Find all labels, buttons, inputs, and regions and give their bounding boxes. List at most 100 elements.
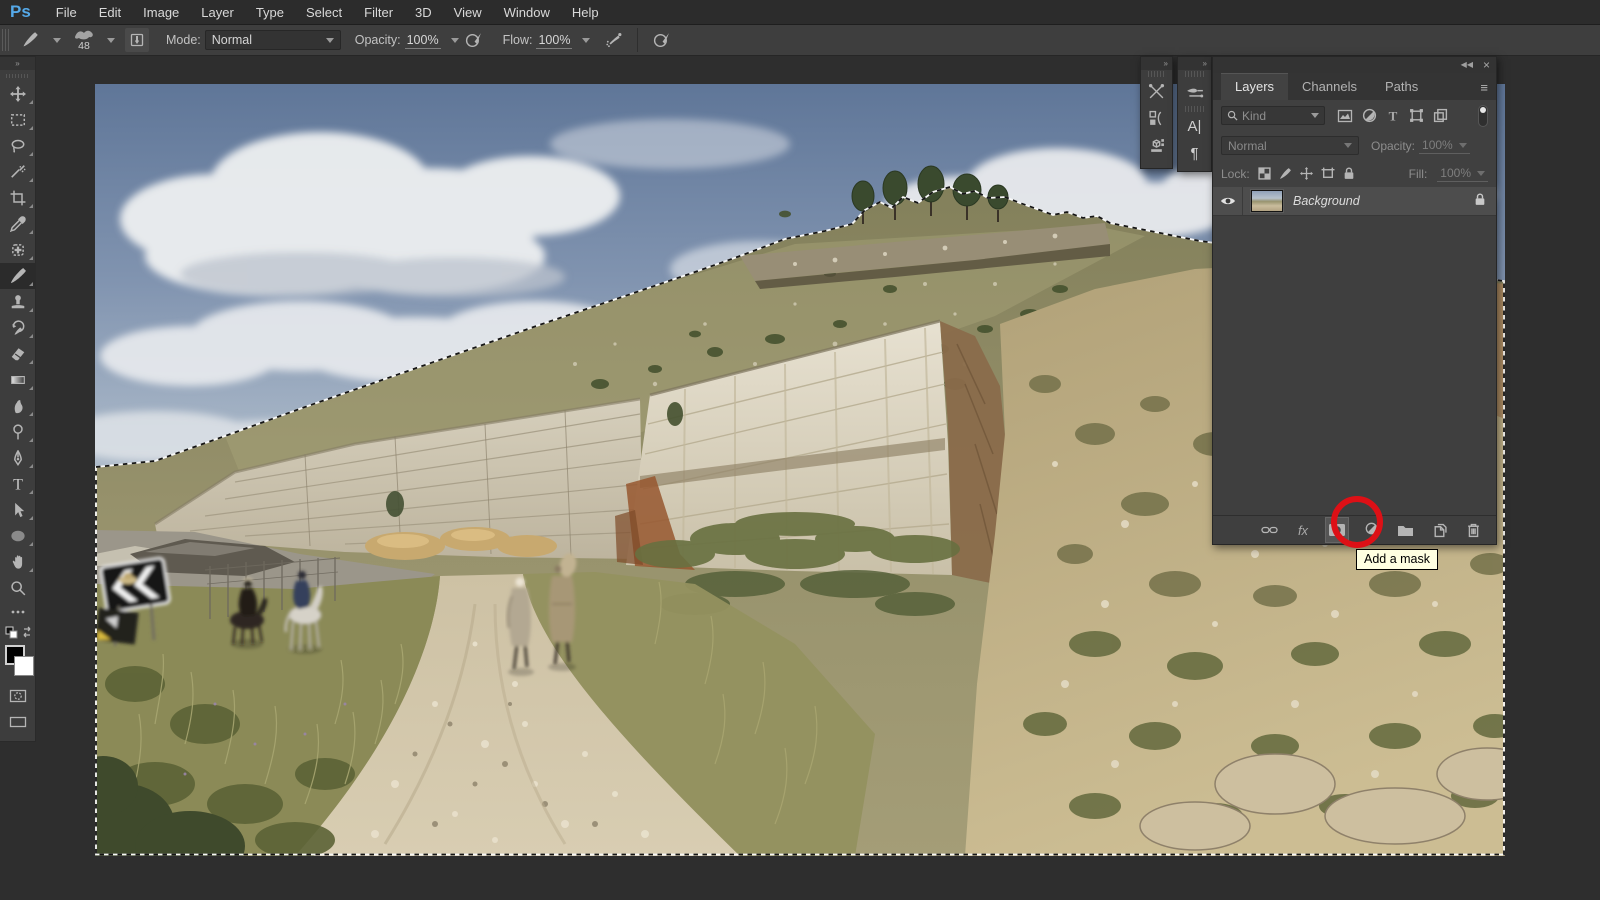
history-brush-tool[interactable] xyxy=(0,315,36,341)
flow-value[interactable]: 100% xyxy=(536,31,572,49)
menu-layer[interactable]: Layer xyxy=(190,0,245,25)
layer-name[interactable]: Background xyxy=(1293,194,1474,208)
eraser-tool[interactable] xyxy=(0,341,36,367)
panel-titlebar: ◀◀ × xyxy=(1213,57,1496,73)
hand-tool[interactable] xyxy=(0,549,36,575)
pen-tool[interactable] xyxy=(0,445,36,471)
layer-opacity-value[interactable]: 100% xyxy=(1419,137,1470,154)
toggle-brush-panel-icon[interactable] xyxy=(125,28,149,52)
new-layer-button[interactable] xyxy=(1428,518,1450,542)
options-grip[interactable] xyxy=(2,29,9,51)
layer-comps-icon[interactable] xyxy=(1141,105,1172,132)
lock-all-icon[interactable] xyxy=(1343,167,1355,180)
strip-b-grip-2[interactable] xyxy=(1185,106,1204,112)
lock-row: Lock: Fill: 100% xyxy=(1213,160,1496,187)
rectangular-marquee-tool[interactable] xyxy=(0,107,36,133)
panel-menu-icon[interactable]: ≡ xyxy=(1480,80,1488,95)
menu-image[interactable]: Image xyxy=(132,0,190,25)
filter-pixel-layers-icon[interactable] xyxy=(1337,109,1353,123)
opacity-label: Opacity: xyxy=(355,33,401,47)
quick-mask-button[interactable] xyxy=(0,683,36,709)
menu-window[interactable]: Window xyxy=(493,0,561,25)
brush-tool[interactable] xyxy=(0,263,36,289)
background-color[interactable] xyxy=(14,656,34,676)
filter-smart-objects-icon[interactable] xyxy=(1433,108,1448,123)
dodge-tool[interactable] xyxy=(0,419,36,445)
strip-b-expand-button[interactable]: » xyxy=(1178,57,1211,70)
close-panel-icon[interactable]: × xyxy=(1483,58,1490,72)
layer-visibility-toggle[interactable] xyxy=(1213,187,1243,215)
brush-preset-picker[interactable]: 48 xyxy=(69,29,99,51)
crop-tool[interactable] xyxy=(0,185,36,211)
blend-mode-dropdown[interactable]: Normal xyxy=(1221,136,1359,155)
character-panel-icon[interactable]: A| xyxy=(1178,113,1211,140)
lock-artboard-icon[interactable] xyxy=(1321,167,1335,180)
layer-style-button[interactable]: fx xyxy=(1292,518,1314,542)
menu-file[interactable]: File xyxy=(45,0,88,25)
tab-channels[interactable]: Channels xyxy=(1288,74,1371,100)
ellipse-tool[interactable] xyxy=(0,523,36,549)
filter-kind-dropdown[interactable]: Kind xyxy=(1221,106,1325,125)
strip-a-grip[interactable] xyxy=(1148,71,1165,77)
layer-thumbnail[interactable] xyxy=(1251,190,1283,212)
menu-type[interactable]: Type xyxy=(245,0,295,25)
paragraph-panel-icon[interactable]: ¶ xyxy=(1178,140,1211,167)
flow-label: Flow: xyxy=(503,33,533,47)
menu-filter[interactable]: Filter xyxy=(353,0,404,25)
collapse-panels-icon[interactable]: ◀◀ xyxy=(1461,57,1473,73)
zoom-tool[interactable] xyxy=(0,575,36,601)
type-tool[interactable]: T xyxy=(0,471,36,497)
layer-fill-value[interactable]: 100% xyxy=(1437,165,1488,182)
filter-type-layers-icon[interactable]: T xyxy=(1386,109,1400,123)
eye-icon xyxy=(1220,195,1236,207)
delete-layer-button[interactable] xyxy=(1462,518,1484,542)
strip-a-expand-button[interactable]: » xyxy=(1141,57,1172,70)
eyedropper-tool[interactable] xyxy=(0,211,36,237)
gradient-tool[interactable] xyxy=(0,367,36,393)
edit-toolbar-button[interactable] xyxy=(0,601,36,623)
menu-select[interactable]: Select xyxy=(295,0,353,25)
mode-dropdown[interactable]: Normal xyxy=(205,30,341,50)
brush-panel-icon[interactable] xyxy=(1178,78,1211,105)
filter-toggle-switch[interactable] xyxy=(1478,105,1488,127)
smudge-tool[interactable] xyxy=(0,393,36,419)
opacity-label: Opacity: xyxy=(1371,139,1415,153)
toolbar-collapse-button[interactable]: » xyxy=(0,57,35,70)
blend-mode-value: Normal xyxy=(1228,139,1267,153)
menu-view[interactable]: View xyxy=(443,0,493,25)
menu-help[interactable]: Help xyxy=(561,0,610,25)
kind-label: Kind xyxy=(1242,109,1266,123)
lock-transparent-pixels-icon[interactable] xyxy=(1258,167,1271,180)
new-group-button[interactable] xyxy=(1394,518,1416,542)
screen-mode-button[interactable] xyxy=(0,709,36,735)
clone-stamp-tool[interactable] xyxy=(0,289,36,315)
pressure-size-icon[interactable] xyxy=(649,28,673,52)
filter-shape-layers-icon[interactable] xyxy=(1409,108,1424,123)
move-tool[interactable] xyxy=(0,81,36,107)
path-selection-tool[interactable] xyxy=(0,497,36,523)
default-swap-colors[interactable] xyxy=(0,623,35,643)
link-layers-button[interactable] xyxy=(1258,518,1280,542)
menu-3d[interactable]: 3D xyxy=(404,0,443,25)
opacity-value[interactable]: 100% xyxy=(405,31,441,49)
tab-paths[interactable]: Paths xyxy=(1371,74,1432,100)
filter-adjustment-layers-icon[interactable] xyxy=(1362,108,1377,123)
3d-panel-icon[interactable] xyxy=(1141,132,1172,159)
menu-edit[interactable]: Edit xyxy=(88,0,132,25)
pressure-opacity-icon[interactable] xyxy=(462,28,486,52)
lock-image-pixels-icon[interactable] xyxy=(1279,167,1292,180)
toolbar-grip[interactable] xyxy=(6,72,29,79)
options-bar: 48 Mode: Normal Opacity: 100% Flow: 100% xyxy=(0,25,1600,56)
lock-position-icon[interactable] xyxy=(1300,167,1313,180)
opacity-value-text: 100% xyxy=(407,33,439,47)
lasso-tool[interactable] xyxy=(0,133,36,159)
layer-row-background[interactable]: Background xyxy=(1213,187,1496,216)
strip-b-grip[interactable] xyxy=(1185,71,1204,77)
brush-tool-icon[interactable] xyxy=(18,28,42,52)
wrench-screwdriver-icon[interactable] xyxy=(1141,78,1172,105)
spot-healing-brush-tool[interactable] xyxy=(0,237,36,263)
foreground-background-swatches[interactable] xyxy=(0,643,36,683)
airbrush-icon[interactable] xyxy=(602,28,626,52)
tab-layers[interactable]: Layers xyxy=(1221,73,1288,100)
quick-selection-tool[interactable] xyxy=(0,159,36,185)
